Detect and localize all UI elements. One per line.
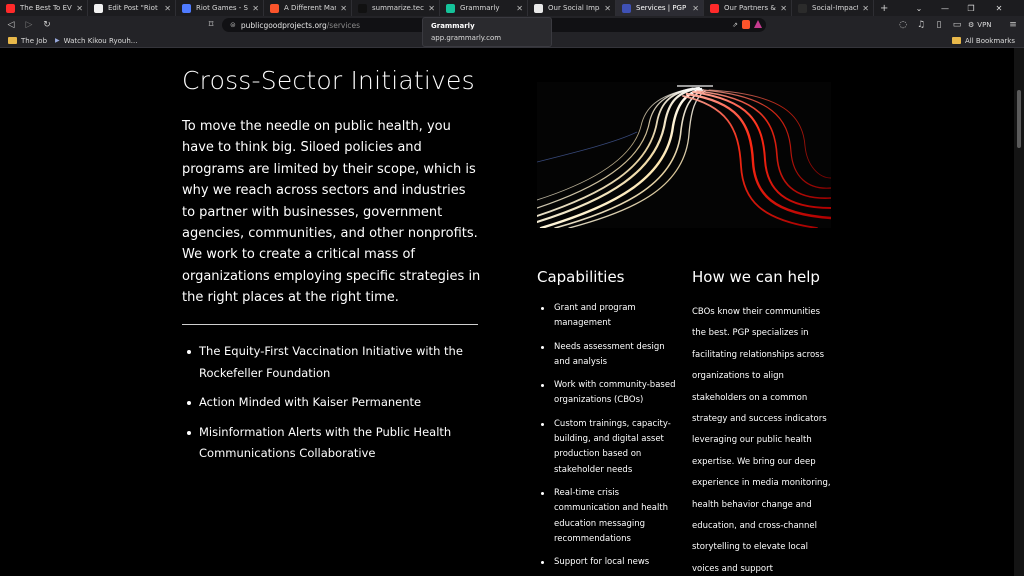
tab-close-icon[interactable]: ✕ bbox=[76, 4, 83, 13]
scroll-thumb[interactable] bbox=[1017, 90, 1021, 148]
how-we-can-help-heading: How we can help bbox=[692, 268, 820, 286]
play-icon: ▶ bbox=[55, 37, 60, 44]
tab-close-icon[interactable]: ✕ bbox=[340, 4, 347, 13]
brave-shields-icon[interactable] bbox=[742, 20, 750, 29]
url-path: /services bbox=[326, 20, 361, 30]
how-we-can-help-text: CBOs know their communities the best. PG… bbox=[692, 307, 831, 574]
page-scrollbar[interactable] bbox=[1014, 48, 1024, 576]
new-tab-button[interactable]: + bbox=[874, 0, 892, 16]
vpn-button[interactable]: ⚙ VPN bbox=[968, 18, 992, 32]
brave-rewards-icon[interactable] bbox=[754, 20, 762, 28]
browser-tab[interactable]: Riot Games - Search Im ✕ bbox=[176, 0, 264, 16]
restore-button[interactable]: ❐ bbox=[960, 0, 982, 16]
sidebar-icon[interactable]: ▯ bbox=[930, 16, 948, 34]
tab-close-icon[interactable]: ✕ bbox=[692, 4, 699, 13]
tab-close-icon[interactable]: ✕ bbox=[516, 4, 523, 13]
tooltip-subtitle: app.grammarly.com bbox=[431, 34, 502, 42]
tab-favicon-icon bbox=[182, 3, 191, 13]
capability-item: Grant and program management bbox=[537, 301, 677, 332]
tab-search-icon[interactable]: ⌄ bbox=[908, 0, 930, 16]
initiatives-list: The Equity-First Vaccination Initiative … bbox=[182, 341, 482, 473]
folder-icon bbox=[8, 37, 17, 44]
tab-bar: The Best To EVER Do✕Edit Post "Riot Game… bbox=[0, 0, 1024, 16]
browser-tab[interactable]: The Best To EVER Do ✕ bbox=[0, 0, 88, 16]
vpn-label: VPN bbox=[977, 21, 992, 29]
media-icon[interactable]: ♫ bbox=[912, 16, 930, 34]
tab-close-icon[interactable]: ✕ bbox=[780, 4, 787, 13]
tab-title: A Different Man - Brave bbox=[284, 4, 336, 12]
tab-title: Our Partners & Sponsor bbox=[724, 4, 776, 12]
tab-title: Riot Games - Search Im bbox=[196, 4, 248, 12]
tab-title: The Best To EVER Do bbox=[20, 4, 72, 12]
tab-close-icon[interactable]: ✕ bbox=[428, 4, 435, 13]
tab-title: Services | PGP bbox=[636, 4, 687, 12]
initiative-item: Misinformation Alerts with the Public He… bbox=[182, 422, 482, 465]
bookmark-icon[interactable]: ⌑ bbox=[202, 16, 220, 34]
capability-item: Needs assessment design and analysis bbox=[537, 340, 677, 371]
tab-favicon-icon bbox=[798, 3, 807, 13]
capabilities-heading: Capabilities bbox=[537, 268, 625, 286]
browser-tab[interactable]: Our Social Impact Partn ✕ bbox=[528, 0, 616, 16]
tab-title: Social-Impact Investme bbox=[812, 4, 859, 12]
browser-tab[interactable]: Our Partners & Sponsor ✕ bbox=[704, 0, 792, 16]
wallet-icon[interactable]: ▭ bbox=[948, 16, 966, 34]
bookmark-watch-kikou[interactable]: ▶ Watch Kikou Ryouh... bbox=[55, 37, 137, 45]
all-bookmarks[interactable]: All Bookmarks bbox=[952, 37, 1015, 45]
back-icon[interactable]: ◁ bbox=[2, 16, 20, 34]
tab-favicon-icon bbox=[6, 3, 15, 13]
browser-tab[interactable]: Grammarly ✕ bbox=[440, 0, 528, 16]
capability-item: Support for local news bbox=[537, 555, 677, 570]
tab-title: Grammarly bbox=[460, 4, 500, 12]
vpn-icon: ⚙ bbox=[968, 21, 975, 29]
lead-paragraph: To move the needle on public health, you… bbox=[182, 119, 481, 306]
initiative-item: Action Minded with Kaiser Permanente bbox=[182, 392, 482, 414]
capability-item: Work with community-based organizations … bbox=[537, 378, 677, 409]
tab-favicon-icon bbox=[270, 3, 279, 13]
tab-favicon-icon bbox=[622, 3, 631, 13]
close-window-button[interactable]: ✕ bbox=[988, 0, 1010, 16]
leo-ai-icon[interactable]: ◌ bbox=[894, 16, 912, 34]
tab-title: Edit Post "Riot Games La bbox=[108, 4, 160, 12]
menu-icon[interactable]: ≡ bbox=[1004, 16, 1022, 34]
tab-close-icon[interactable]: ✕ bbox=[252, 4, 259, 13]
minimize-button[interactable]: — bbox=[934, 0, 956, 16]
page-title: Cross-Sector Initiatives bbox=[182, 66, 475, 95]
reload-icon[interactable]: ↻ bbox=[38, 16, 56, 34]
bookmark-the-job[interactable]: The Job bbox=[8, 37, 47, 45]
tab-close-icon[interactable]: ✕ bbox=[862, 4, 869, 13]
light-trails-graphic bbox=[537, 85, 831, 228]
tab-title: summarize.tech: AI-pow bbox=[372, 4, 424, 12]
tab-favicon-icon bbox=[534, 3, 543, 13]
browser-tab[interactable]: Edit Post "Riot Games La ✕ bbox=[88, 0, 176, 16]
tooltip-title: Grammarly bbox=[431, 22, 475, 30]
tab-favicon-icon bbox=[446, 3, 455, 13]
browser-tab[interactable]: A Different Man - Brave ✕ bbox=[264, 0, 352, 16]
tab-title: Our Social Impact Partn bbox=[548, 4, 600, 12]
bookmark-label: The Job bbox=[21, 36, 48, 45]
tab-close-icon[interactable]: ✕ bbox=[164, 4, 171, 13]
page-content: Cross-Sector Initiatives To move the nee… bbox=[0, 48, 1014, 576]
capability-item: Real-time crisis communication and healt… bbox=[537, 486, 677, 547]
divider bbox=[182, 324, 478, 325]
hero-image-light-trails bbox=[537, 82, 831, 228]
capability-item: Custom trainings, capacity-building, and… bbox=[537, 417, 677, 478]
browser-tab[interactable]: summarize.tech: AI-pow ✕ bbox=[352, 0, 440, 16]
bookmark-label: Watch Kikou Ryouh... bbox=[63, 36, 138, 45]
folder-icon bbox=[952, 37, 961, 44]
share-icon[interactable]: ⇗ bbox=[732, 21, 738, 29]
tab-tooltip: Grammarly app.grammarly.com bbox=[422, 17, 552, 47]
site-info-icon[interactable]: ⊜ bbox=[230, 21, 236, 29]
tab-favicon-icon bbox=[94, 3, 103, 13]
initiative-item: The Equity-First Vaccination Initiative … bbox=[182, 341, 482, 384]
browser-tab[interactable]: Social-Impact Investme✕ bbox=[792, 0, 874, 16]
capabilities-list: Grant and program management Needs asses… bbox=[537, 301, 677, 576]
tab-favicon-icon bbox=[358, 3, 367, 13]
browser-tab[interactable]: Services | PGP ✕ bbox=[616, 0, 704, 16]
all-bookmarks-label: All Bookmarks bbox=[965, 36, 1016, 45]
tab-close-icon[interactable]: ✕ bbox=[604, 4, 611, 13]
forward-icon[interactable]: ▷ bbox=[20, 16, 38, 34]
tab-favicon-icon bbox=[710, 3, 719, 13]
url-host: publicgoodprojects.org bbox=[240, 20, 327, 30]
